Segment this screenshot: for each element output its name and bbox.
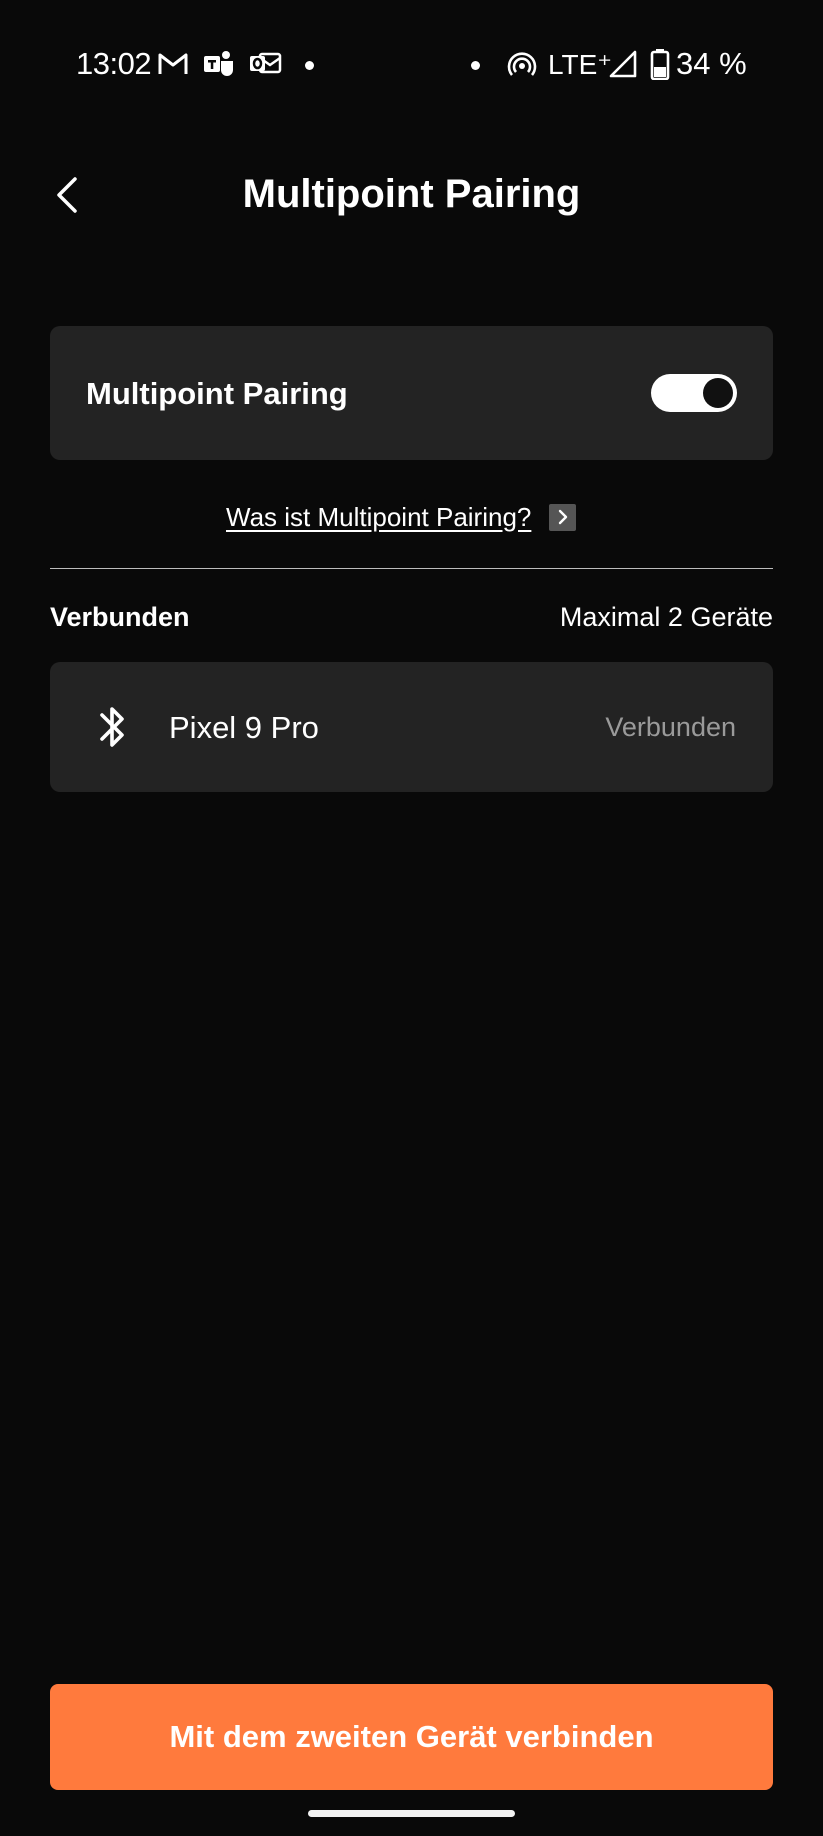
- battery-percent: 34 %: [676, 46, 747, 81]
- device-item-pixel-9-pro[interactable]: Pixel 9 Pro Verbunden: [50, 662, 773, 792]
- notification-dot-icon: [471, 61, 480, 70]
- gmail-icon: [158, 48, 188, 80]
- chevron-right-icon: [549, 503, 577, 531]
- multipoint-toggle-card: Multipoint Pairing: [50, 326, 773, 460]
- status-time: 13:02: [76, 46, 152, 81]
- hotspot-icon: [507, 48, 537, 80]
- multipoint-toggle-label: Multipoint Pairing: [86, 376, 348, 411]
- network-type: LTE⁺: [548, 49, 613, 80]
- multipoint-toggle[interactable]: [651, 374, 737, 412]
- multipoint-pairing-screen: 13:02 LTE⁺ 34 % Multipoint Pairing Multi…: [0, 0, 823, 1836]
- battery-icon: [650, 48, 670, 80]
- signal-icon: [608, 48, 638, 80]
- connect-second-device-button[interactable]: Mit dem zweiten Gerät verbinden: [50, 1684, 773, 1790]
- outlook-icon: [248, 48, 282, 80]
- bluetooth-icon: [100, 707, 124, 747]
- teams-icon: [202, 48, 236, 80]
- info-link-text: Was ist Multipoint Pairing?: [226, 501, 532, 532]
- connected-section-title: Verbunden: [50, 602, 190, 632]
- device-name: Pixel 9 Pro: [169, 710, 319, 745]
- status-bar: 13:02 LTE⁺ 34 %: [0, 0, 823, 132]
- page-title: Multipoint Pairing: [242, 172, 581, 216]
- section-divider: [50, 568, 773, 569]
- max-devices-text: Maximal 2 Geräte: [559, 602, 773, 632]
- device-status: Verbunden: [605, 712, 736, 742]
- toggle-knob: [703, 378, 733, 408]
- what-is-multipoint-link[interactable]: Was ist Multipoint Pairing?: [226, 500, 577, 534]
- home-indicator[interactable]: [308, 1810, 515, 1817]
- notification-dot-icon: [305, 61, 314, 70]
